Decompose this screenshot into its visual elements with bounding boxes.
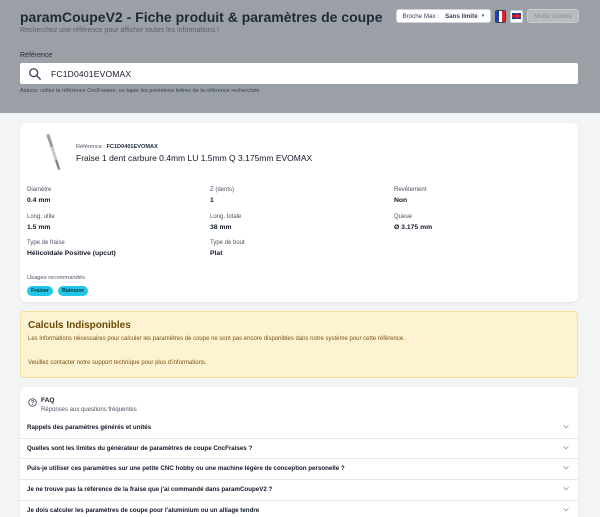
search-label: Référence (20, 52, 53, 59)
faq-item[interactable]: Rappels des paramètres générés et unités (20, 418, 578, 438)
warning-contact: Veuillez contacter notre support techniq… (28, 360, 207, 366)
product-reference: Référence : FC1D0401EVOMAX (76, 144, 158, 150)
product-title: Fraise 1 dent carbure 0.4mm LU 1.5mm Q 3… (76, 153, 313, 163)
flag-uk-icon[interactable] (510, 9, 524, 23)
page-header: paramCoupeV2 - Fiche produit & paramètre… (0, 0, 600, 113)
faq-card: FAQ Réponses aux questions fréquentes Ra… (20, 387, 578, 517)
dark-mode-button[interactable]: Mode sombre (527, 9, 579, 23)
faq-item[interactable]: Puis-je utiliser ces paramètres sur une … (20, 458, 578, 478)
usage-badge: Rainurer (57, 286, 89, 296)
warning-title: Calculs Indisponibles (28, 320, 131, 331)
faq-subtitle: Réponses aux questions fréquentes (41, 407, 137, 413)
search-input-value: FC1D0401EVOMAX (51, 68, 132, 79)
warning-message: Les informations nécessaires pour calcul… (28, 336, 405, 342)
chevron-down-icon (563, 486, 569, 491)
faq-item[interactable]: Quelles sont les limites du générateur d… (20, 438, 578, 458)
chevron-down-icon (563, 424, 569, 429)
spec-long-totale: Long. totale 38 mm (210, 214, 242, 231)
search-icon (29, 67, 41, 80)
faq-question: Je dois calculer les paramètres de coupe… (27, 507, 260, 514)
page-subtitle: Recherchez une référence pour afficher t… (20, 27, 220, 34)
chevron-down-icon (563, 445, 569, 450)
spec-type-bout: Type de bout Plat (210, 240, 245, 257)
faq-question: Rappels des paramètres générés et unités (27, 424, 152, 431)
usages-badges: Fraiser Rainurer (27, 286, 89, 296)
faq-question: Je ne trouve pas la référence de la frai… (27, 486, 273, 493)
chevron-down-icon (563, 507, 569, 512)
search-hint: Astuce: collez la référence CncFraises, … (20, 88, 261, 94)
spec-revetement: Revêtement Non (394, 187, 427, 204)
spec-long-utile: Long. utile 1.5 mm (27, 214, 55, 231)
broche-max-select[interactable]: Broche Max : Sans limite ▾ (395, 9, 492, 23)
broche-max-label: Broche Max : (402, 12, 439, 20)
spec-type-fraise: Type de fraise Hélicoïdale Positive (upc… (27, 240, 116, 257)
help-circle-icon (28, 398, 37, 407)
chevron-down-icon (563, 465, 569, 470)
faq-item[interactable]: Je dois calculer les paramètres de coupe… (20, 500, 578, 517)
faq-question: Quelles sont les limites du générateur d… (27, 445, 253, 452)
faq-question: Puis-je utiliser ces paramètres sur une … (27, 465, 345, 472)
flag-fr-icon[interactable] (495, 9, 507, 23)
spec-diametre: Diamètre 0.4 mm (27, 187, 52, 204)
search-input[interactable]: FC1D0401EVOMAX (20, 63, 578, 84)
spec-z-dents: Z (dents) 1 (210, 187, 235, 204)
page-title: paramCoupeV2 - Fiche produit & paramètre… (20, 9, 383, 25)
faq-title: FAQ (41, 397, 55, 404)
spec-queue: Queue Ø 3.175 mm (394, 214, 433, 231)
usage-badge: Fraiser (27, 286, 53, 296)
chevron-down-icon: ▾ (481, 13, 485, 19)
warning-alert: Calculs Indisponibles Les informations n… (20, 311, 578, 378)
usages-label: Usages recommandés (27, 275, 85, 281)
endmill-image (46, 133, 61, 171)
faq-header: FAQ Réponses aux questions fréquentes (28, 397, 137, 413)
broche-max-value: Sans limite (444, 12, 478, 20)
faq-item[interactable]: Je ne trouve pas la référence de la frai… (20, 479, 578, 499)
header-controls: Broche Max : Sans limite ▾ Mode sombre (395, 9, 579, 23)
product-card: Référence : FC1D0401EVOMAX Fraise 1 dent… (20, 123, 578, 302)
